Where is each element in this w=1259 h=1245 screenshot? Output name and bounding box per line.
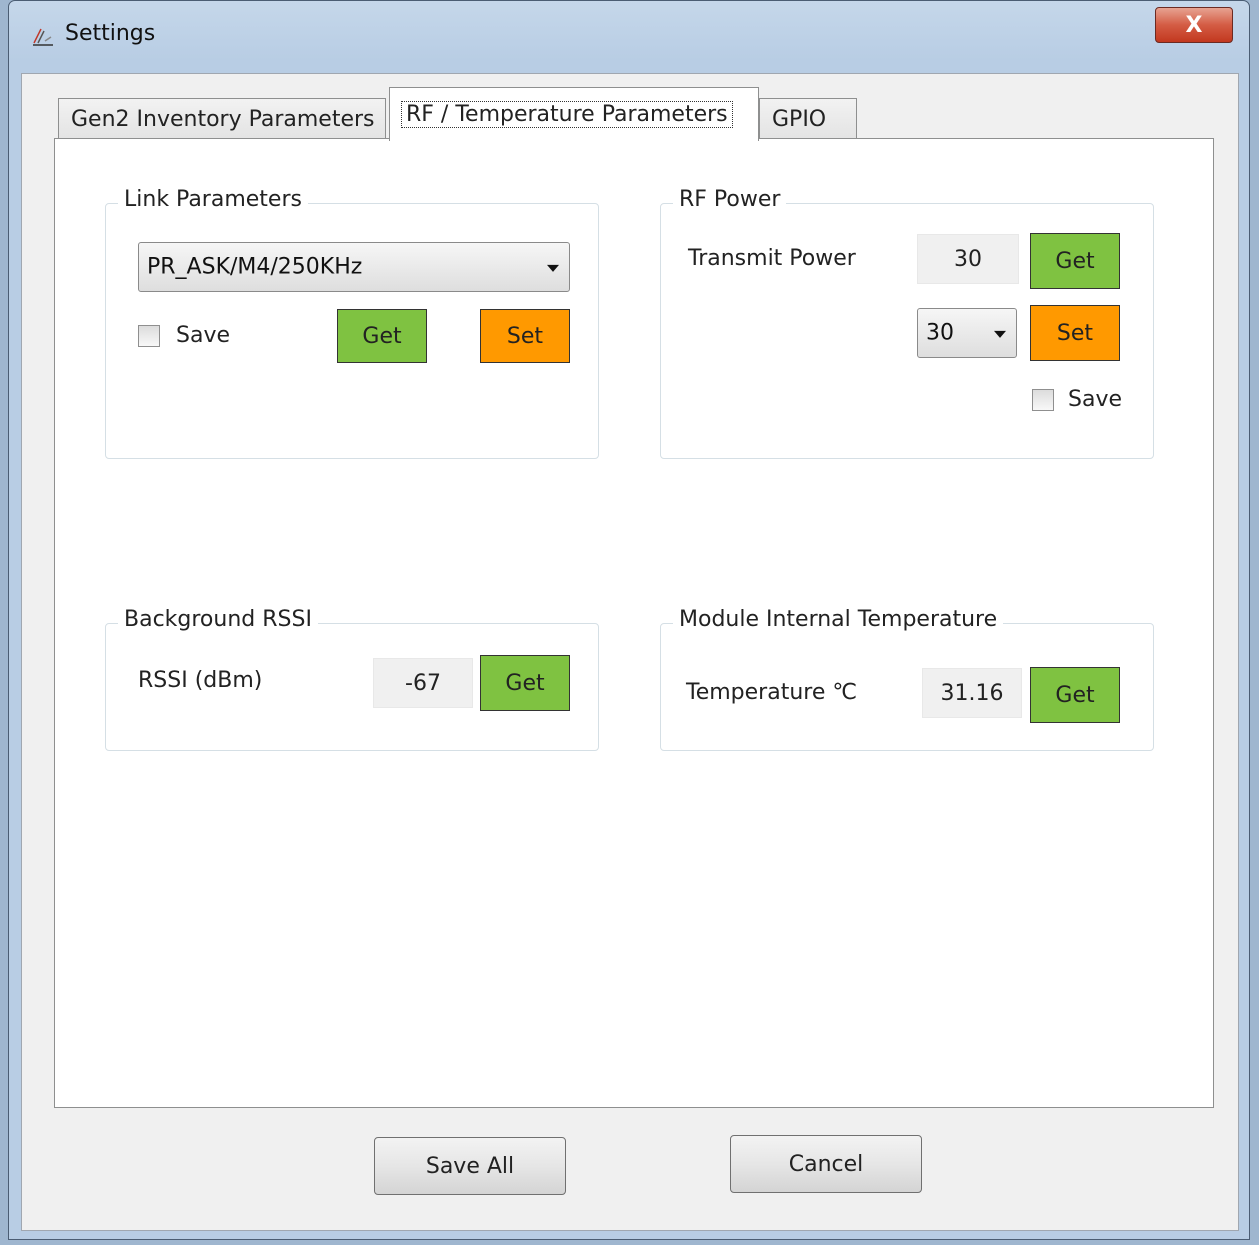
link-set-button[interactable]: Set (480, 309, 570, 363)
background-rssi-group: Background RSSI RSSI (dBm) -67 Get (105, 607, 599, 751)
link-save-label: Save (176, 323, 231, 348)
title-bar[interactable]: Settings X (9, 1, 1249, 69)
tab-label: RF / Temperature Parameters (401, 101, 733, 128)
close-button[interactable]: X (1155, 7, 1233, 43)
cancel-button[interactable]: Cancel (730, 1135, 922, 1193)
link-parameters-group: Link Parameters PR_ASK/M4/250KHz Save Ge… (105, 187, 599, 459)
chevron-down-icon (994, 330, 1006, 338)
rssi-label: RSSI (dBm) (138, 668, 263, 693)
link-save-checkbox[interactable] (138, 325, 160, 347)
save-all-button[interactable]: Save All (374, 1137, 566, 1195)
tab-label: Gen2 Inventory Parameters (71, 107, 375, 132)
tab-rf-temperature[interactable]: RF / Temperature Parameters (389, 87, 759, 141)
link-get-button[interactable]: Get (337, 309, 427, 363)
app-icon (33, 28, 53, 46)
tab-gpio[interactable]: GPIO (759, 98, 857, 140)
rssi-get-button[interactable]: Get (480, 655, 570, 711)
module-temperature-group: Module Internal Temperature Temperature … (660, 607, 1154, 751)
rf-power-group: RF Power Transmit Power 30 Get 30 Set Sa… (660, 187, 1154, 459)
rf-temperature-panel: Link Parameters PR_ASK/M4/250KHz Save Ge… (54, 138, 1214, 1108)
close-icon: X (1185, 12, 1203, 38)
rf-power-get-button[interactable]: Get (1030, 233, 1120, 289)
link-profile-select[interactable]: PR_ASK/M4/250KHz (138, 242, 570, 292)
background-rssi-title: Background RSSI (118, 607, 318, 632)
module-temperature-title: Module Internal Temperature (673, 607, 1004, 632)
client-area: Gen2 Inventory Parameters RF / Temperatu… (21, 73, 1239, 1231)
rf-power-title: RF Power (673, 187, 787, 212)
rf-power-select[interactable]: 30 (917, 308, 1017, 358)
settings-window: Settings X Gen2 Inventory Parameters RF … (8, 0, 1250, 1240)
transmit-power-value: 30 (917, 234, 1019, 284)
chevron-down-icon (547, 264, 559, 272)
rssi-value: -67 (373, 658, 473, 708)
rf-power-set-button[interactable]: Set (1030, 305, 1120, 361)
tab-gen2-inventory[interactable]: Gen2 Inventory Parameters (58, 98, 386, 140)
window-title: Settings (65, 21, 156, 46)
temperature-label: Temperature ℃ (686, 680, 858, 705)
link-parameters-title: Link Parameters (118, 187, 308, 212)
rf-power-save-label: Save (1068, 387, 1123, 412)
temperature-get-button[interactable]: Get (1030, 667, 1120, 723)
rf-power-select-value: 30 (926, 320, 954, 346)
tab-label: GPIO (772, 107, 827, 132)
temperature-value: 31.16 (922, 668, 1022, 718)
rf-power-save-checkbox[interactable] (1032, 389, 1054, 411)
transmit-power-label: Transmit Power (688, 246, 856, 271)
link-profile-value: PR_ASK/M4/250KHz (147, 254, 363, 280)
